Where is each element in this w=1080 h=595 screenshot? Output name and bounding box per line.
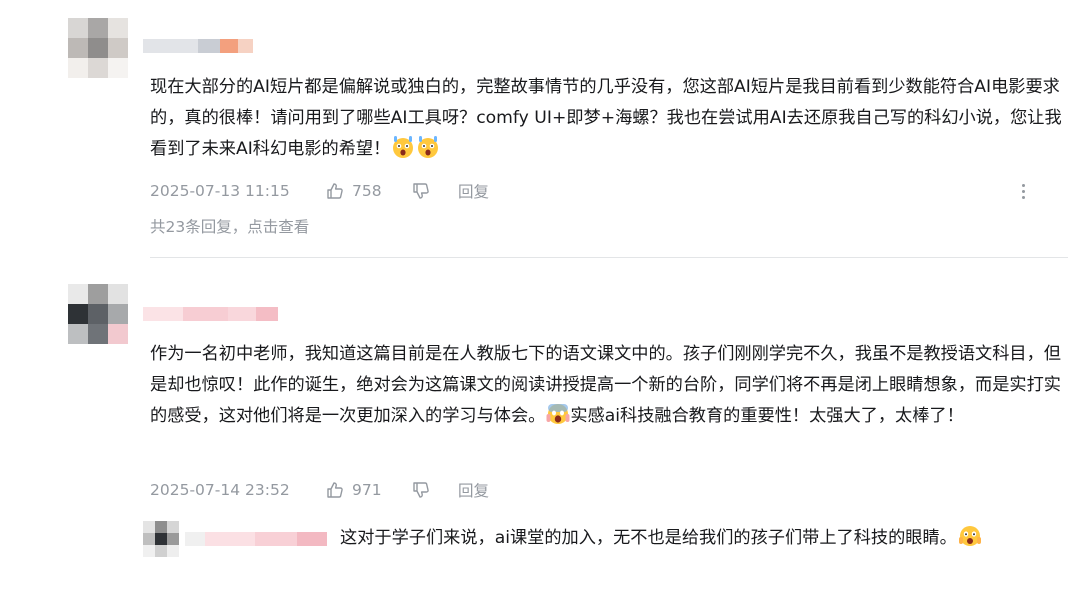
comment-item: 作为一名初中老师，我知道这篇目前是在人教版七下的语文课文中的。孩子们刚刚学完不久…	[0, 0, 1080, 595]
screaming-face-icon	[546, 404, 570, 424]
comment-time: 2025-07-14 23:52	[150, 481, 290, 499]
scared-face-icon	[958, 526, 981, 546]
reply-avatar[interactable]	[143, 521, 179, 557]
like-count: 971	[352, 481, 382, 499]
thumbs-up-icon	[327, 482, 343, 498]
like-button[interactable]: 971	[326, 481, 412, 499]
dislike-button[interactable]	[412, 481, 458, 499]
comment-meta: 2025-07-14 23:52 971 回复	[150, 478, 489, 502]
thumbs-down-icon	[413, 482, 429, 498]
username[interactable]	[143, 307, 278, 321]
reply-button[interactable]: 回复	[458, 479, 489, 501]
avatar[interactable]	[68, 284, 128, 344]
comment-text: 作为一名初中老师，我知道这篇目前是在人教版七下的语文课文中的。孩子们刚刚学完不久…	[150, 344, 1061, 426]
reply-text: 这对于学子们来说，ai课堂的加入，无不也是给我们的孩子们带上了科技的眼睛。	[195, 522, 1055, 555]
